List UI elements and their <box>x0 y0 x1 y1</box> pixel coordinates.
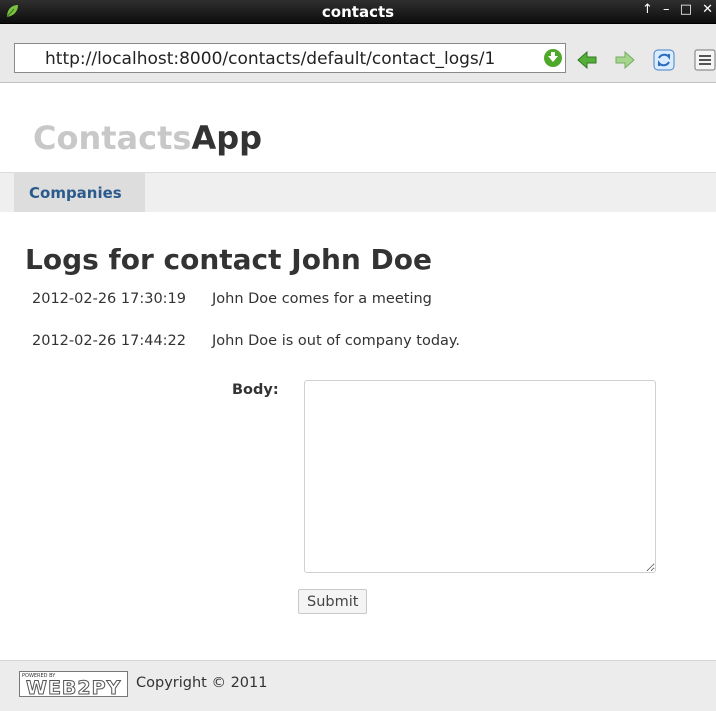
window-controls[interactable]: ↑ – □ ✕ <box>642 2 716 17</box>
copyright-text: Copyright © 2011 <box>136 675 268 691</box>
log-timestamp: 2012-02-26 17:44:22 <box>32 333 186 349</box>
log-text: John Doe comes for a meeting <box>212 291 432 307</box>
log-timestamp: 2012-02-26 17:30:19 <box>32 291 186 307</box>
body-textarea[interactable] <box>304 380 656 573</box>
log-row: 2012-02-26 17:44:22 John Doe is out of co… <box>32 333 460 349</box>
window-titlebar: contacts ↑ – □ ✕ <box>0 0 716 24</box>
browser-toolbar: http://localhost:8000/contacts/default/c… <box>0 24 716 83</box>
go-arrow-icon[interactable] <box>543 48 563 68</box>
url-text[interactable]: http://localhost:8000/contacts/default/c… <box>45 49 495 69</box>
forward-arrow-icon[interactable] <box>614 49 636 71</box>
footer: POWERED BY WEB2PY Copyright © 2011 <box>0 660 716 711</box>
address-bar[interactable]: http://localhost:8000/contacts/default/c… <box>14 43 566 73</box>
page-title: Logs for contact John Doe <box>25 243 433 276</box>
page-content: ContactsApp Companies Logs for contact J… <box>0 83 716 711</box>
menu-icon[interactable] <box>694 49 716 71</box>
brand-dark: App <box>191 119 263 157</box>
brand-light: Contacts <box>33 119 192 157</box>
back-arrow-icon[interactable] <box>576 49 598 71</box>
log-row: 2012-02-26 17:30:19 John Doe comes for a … <box>32 291 432 307</box>
window-title: contacts <box>321 3 395 21</box>
reload-icon[interactable] <box>653 49 675 71</box>
app-brand[interactable]: ContactsApp <box>33 119 262 157</box>
main-menu: Companies <box>0 172 716 212</box>
log-text: John Doe is out of company today. <box>212 333 461 349</box>
badge-logo: WEB2PY <box>25 677 122 700</box>
web2py-badge[interactable]: POWERED BY WEB2PY <box>19 671 128 700</box>
body-label: Body: <box>232 382 279 398</box>
submit-button[interactable]: Submit <box>298 589 368 614</box>
menu-item-companies[interactable]: Companies <box>14 173 145 212</box>
